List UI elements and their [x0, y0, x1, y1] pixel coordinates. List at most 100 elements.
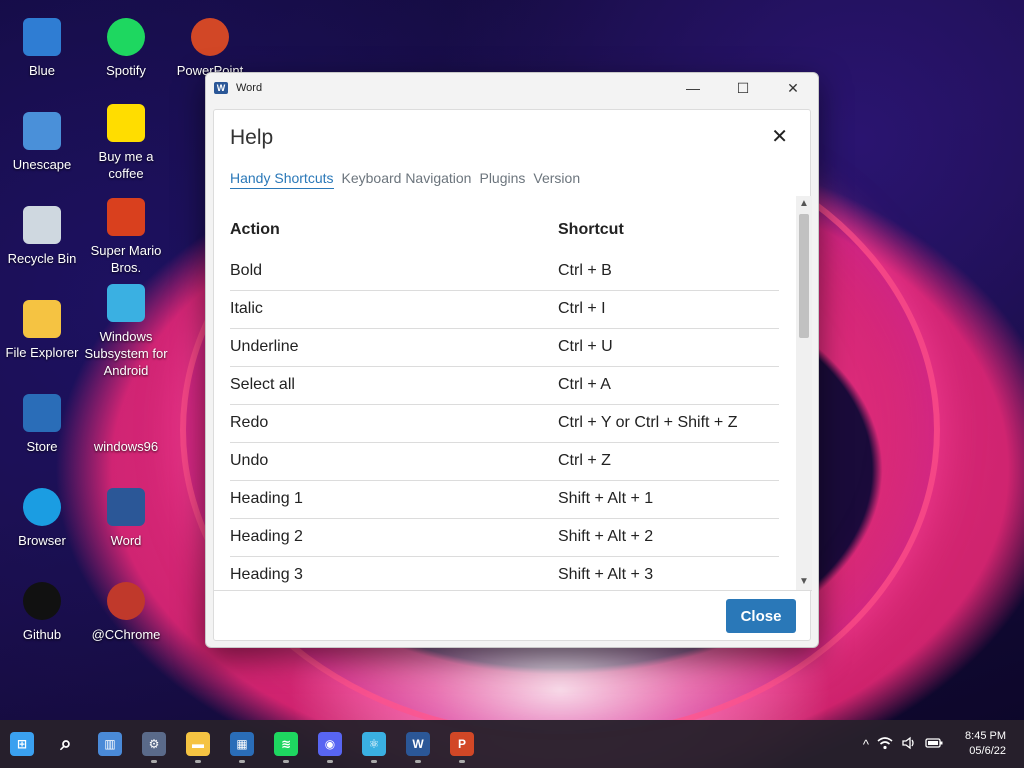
action-cell: Underline [230, 327, 558, 366]
volume-icon[interactable] [901, 736, 917, 753]
shortcut-cell: Ctrl + A [558, 365, 779, 404]
desktop-icon-label: Blue [28, 63, 56, 78]
tray-chevron-icon[interactable]: ^ [863, 737, 869, 752]
action-cell: Heading 1 [230, 479, 558, 518]
close-button[interactable]: Close [726, 599, 796, 633]
table-row: Select all Ctrl + A [230, 365, 779, 404]
vertical-scrollbar[interactable]: ▲ ▼ [796, 196, 812, 590]
desktop-icon[interactable]: Blue [0, 18, 84, 79]
search-icon[interactable]: ⌕ [44, 722, 88, 766]
word-window: W Word — ☐ ✕ Help ✕ Handy Shortcuts Keyb… [205, 72, 819, 648]
help-tabs: Handy Shortcuts Keyboard Navigation Plug… [230, 170, 580, 189]
tab-handy-shortcuts[interactable]: Handy Shortcuts [230, 170, 334, 189]
tab-version[interactable]: Version [533, 170, 580, 189]
dialog-close-icon[interactable]: ✕ [771, 124, 788, 149]
scrollbar-thumb[interactable] [799, 214, 809, 338]
action-cell: Bold [230, 261, 263, 279]
running-indicator [415, 760, 421, 763]
desktop-icon[interactable]: Buy me a coffee [84, 104, 168, 182]
desktop-icon[interactable]: Github [0, 582, 84, 643]
desktop-icon[interactable]: Recycle Bin [0, 206, 84, 267]
word-icon [107, 488, 145, 526]
scroll-down-icon[interactable]: ▼ [796, 574, 812, 590]
shortcuts-scroll-area[interactable]: Action Shortcut Bold Ctrl + B Italic Ctrl +… [214, 196, 812, 590]
desktop-icon[interactable]: Super Mario Bros. [84, 198, 168, 276]
start-icon[interactable]: ⊞ [0, 722, 44, 766]
window-controls: — ☐ ✕ [668, 73, 818, 103]
clock-date: 05/6/22 [969, 745, 1006, 757]
desktop-icon-label: Github [22, 627, 62, 642]
desktop-icon[interactable]: windows96 [84, 394, 168, 455]
action-cell: Heading 3 [230, 555, 558, 590]
blue-person-icon [23, 18, 61, 56]
system-tray: ^ 8:45 PM 05/6/22 [863, 729, 1024, 759]
table-row: Italic Ctrl + I [230, 289, 779, 328]
android-subsystem-icon [107, 284, 145, 322]
minimize-button[interactable]: — [668, 73, 718, 103]
desktop-icon[interactable]: Word [84, 488, 168, 549]
powerpoint-icon[interactable]: P [440, 722, 484, 766]
desktop-icon-label: @CChrome [91, 627, 161, 642]
settings-icon[interactable]: ⚙ [132, 722, 176, 766]
desktop-icon[interactable]: PowerPoint [168, 18, 252, 79]
action-cell: Redo [230, 403, 558, 442]
shortcut-cell: Ctrl + B [558, 261, 612, 279]
discord-glyph: ◉ [318, 732, 342, 756]
tab-plugins[interactable]: Plugins [479, 170, 525, 189]
settings-glyph: ⚙ [142, 732, 166, 756]
file-explorer-glyph: ▬ [186, 732, 210, 756]
file-explorer-icon[interactable]: ▬ [176, 722, 220, 766]
running-indicator [327, 760, 333, 763]
dialog-footer: Close [214, 590, 812, 642]
desktop-icon-label: Recycle Bin [7, 251, 77, 266]
desktop-icon-label: Spotify [106, 63, 146, 78]
search-glyph: ⌕ [60, 732, 72, 755]
scroll-up-icon[interactable]: ▲ [796, 196, 812, 212]
desktop-icon[interactable]: Store [0, 394, 84, 455]
github-icon [23, 582, 61, 620]
spotify-icon[interactable]: ≋ [264, 722, 308, 766]
window-titlebar[interactable]: W Word — ☐ ✕ [206, 73, 818, 103]
desktop-icon[interactable]: Browser [0, 488, 84, 549]
desktop-icon[interactable]: Spotify [84, 18, 168, 79]
desktop-icon-label: Browser [18, 533, 66, 548]
store-icon[interactable]: ▦ [220, 722, 264, 766]
shortcut-cell: Ctrl + Y or Ctrl + Shift + Z [558, 403, 779, 442]
desktop-icon[interactable]: File Explorer [0, 300, 84, 361]
running-indicator [239, 760, 245, 763]
table-row: Heading 3 Shift + Alt + 3 [230, 555, 779, 590]
android-subsystem-icon[interactable]: ⚛ [352, 722, 396, 766]
column-header-action: Action [230, 221, 280, 238]
cchrome-icon [107, 582, 145, 620]
powerpoint-glyph: P [450, 732, 474, 756]
desktop-icon[interactable]: @CChrome [84, 582, 168, 643]
discord-icon[interactable]: ◉ [308, 722, 352, 766]
desktop-icon[interactable]: Unescape [0, 112, 84, 173]
tab-keyboard-navigation[interactable]: Keyboard Navigation [342, 170, 472, 189]
folder-icon [23, 300, 61, 338]
word-icon[interactable]: W [396, 722, 440, 766]
window-close-button[interactable]: ✕ [768, 73, 818, 103]
clock-time: 8:45 PM [965, 730, 1006, 742]
mario-icon [107, 198, 145, 236]
maximize-button[interactable]: ☐ [718, 73, 768, 103]
dialog-title: Help [230, 126, 274, 149]
battery-icon[interactable] [925, 737, 943, 752]
taskbar: ⊞ ⌕ ▥ ⚙ ▬ ▦ ≋ ◉ ⚛ W P ^ 8:45 PM 05/6/22 [0, 720, 1024, 768]
taskbar-clock[interactable]: 8:45 PM 05/6/22 [965, 729, 1006, 759]
desktop-icon-label: Super Mario Bros. [90, 243, 162, 275]
shortcut-cell: Ctrl + Z [558, 441, 779, 480]
wifi-icon[interactable] [877, 736, 893, 753]
column-header-shortcut: Shortcut [558, 221, 624, 238]
running-indicator [195, 760, 201, 763]
word-icon: W [214, 82, 228, 94]
edge-icon [23, 488, 61, 526]
windows96-icon [107, 394, 145, 432]
shortcut-cell: Shift + Alt + 1 [558, 479, 779, 518]
shortcut-cell: Shift + Alt + 3 [558, 555, 779, 590]
unescape-icon [23, 112, 61, 150]
widgets-icon[interactable]: ▥ [88, 722, 132, 766]
shortcut-cell: Ctrl + U [558, 327, 779, 366]
desktop-icon[interactable]: Windows Subsystem for Android [84, 284, 168, 379]
running-indicator [371, 760, 377, 763]
